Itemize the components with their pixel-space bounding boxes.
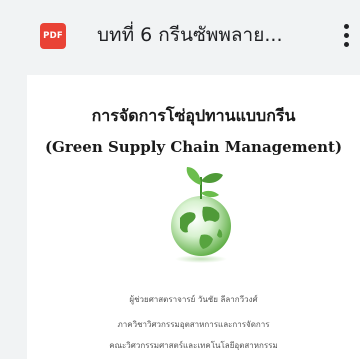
pdf-file-icon: PDF [40, 23, 66, 49]
document-title-thai: การจัดการโซ่อุปทานแบบกรีน [91, 106, 296, 125]
author-faculty: คณะวิศวกรรมศาสตร์และเทคโนโลยีอุตสาหกรรม [109, 341, 278, 350]
author-department: ภาควิชาวิศวกรรมอุตสาหการและการจัดการ [117, 320, 270, 329]
file-title[interactable]: บทที่ 6 กรีนซัพพลาย... [97, 20, 322, 50]
globe-with-sprout-icon [171, 167, 231, 263]
author-name: ผู้ช่วยศาสตราจารย์ วันชัย ลีลากวีวงศ์ [129, 295, 258, 304]
more-vert-icon [344, 24, 349, 29]
more-options-button[interactable] [336, 20, 356, 52]
file-card[interactable]: PDF บทที่ 6 กรีนซัพพลาย... การจัดการโซ่อ… [0, 0, 360, 359]
file-card-header: PDF บทที่ 6 กรีนซัพพลาย... [0, 0, 360, 70]
more-vert-icon-dot [344, 33, 349, 38]
document-title-english: (Green Supply Chain Management) [44, 138, 343, 156]
file-thumbnail-preview[interactable]: การจัดการโซ่อุปทานแบบกรีน (Green Supply … [27, 75, 360, 359]
more-vert-icon-dot [344, 42, 349, 47]
